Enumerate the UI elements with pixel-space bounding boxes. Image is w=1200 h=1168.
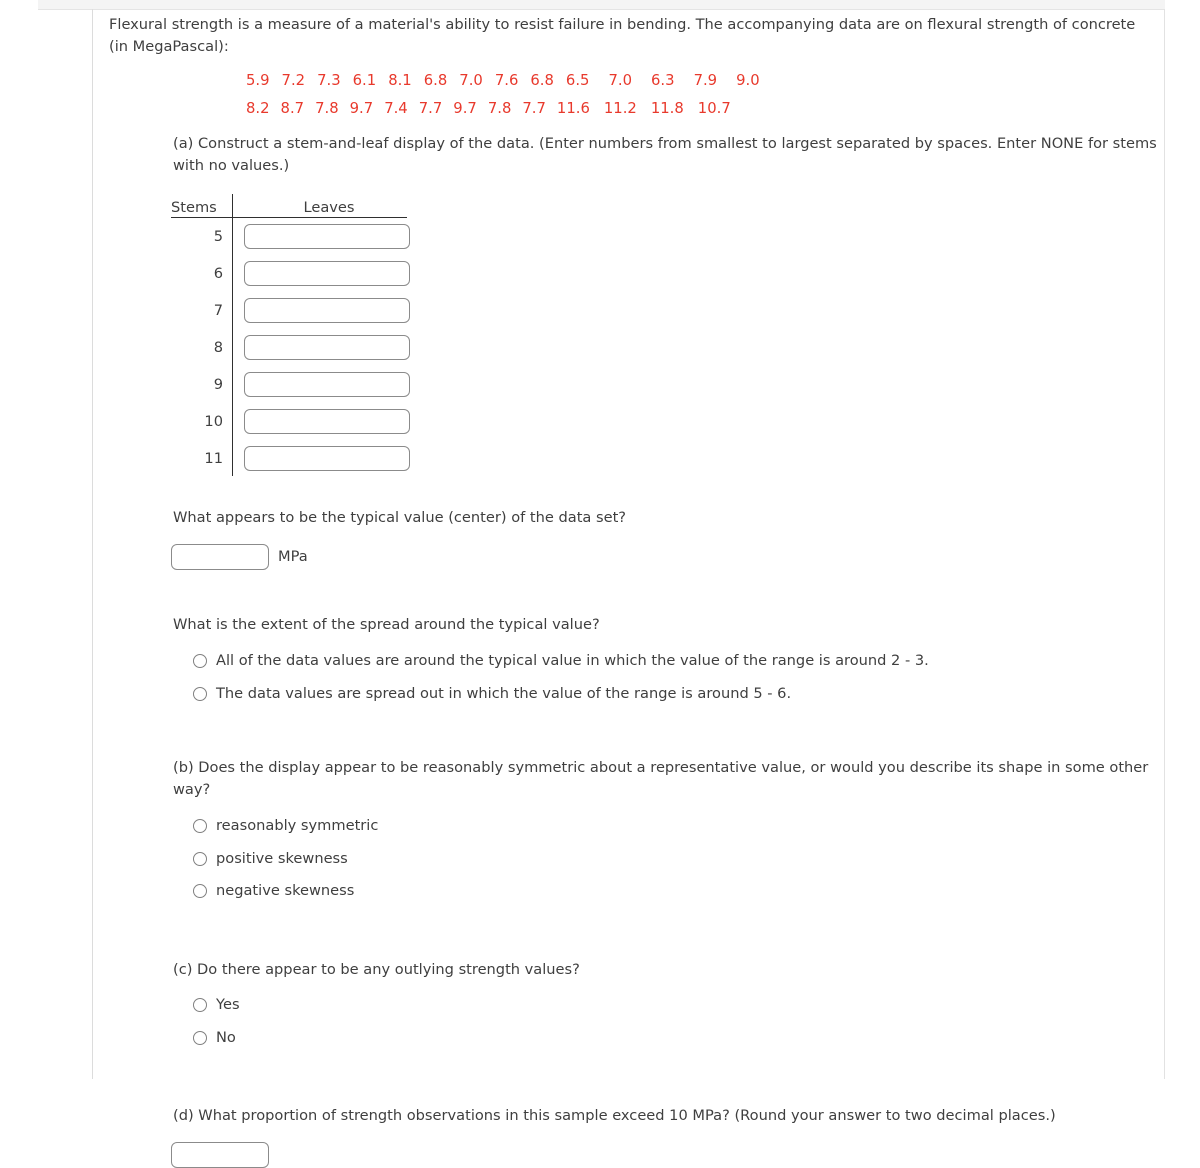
stem-leaf-row: 11: [171, 440, 521, 477]
leaves-input-stem-9[interactable]: [244, 371, 410, 397]
stem-value: 7: [213, 301, 223, 319]
data-value: 7.6: [494, 72, 519, 90]
typical-value-unit-label: MPa: [278, 548, 308, 566]
data-value: 8.1: [388, 72, 412, 90]
data-value: 7.2: [281, 72, 306, 90]
problem-intro-text: Flexural strength is a measure of a mate…: [109, 16, 1136, 56]
data-value: 9.0: [736, 72, 760, 90]
typical-value-answer-line: MPa: [171, 543, 1159, 570]
top-chrome-band: [38, 0, 1165, 10]
part-c-option-label: Yes: [216, 996, 240, 1014]
stem-leaf-row: 6: [171, 255, 521, 292]
data-value: 9.7: [453, 100, 477, 118]
data-value: 5.9: [246, 72, 270, 90]
part-c-options-group: Yes No: [193, 995, 1159, 1047]
stem-value: 8: [213, 338, 223, 356]
leaves-input-stem-10[interactable]: [244, 408, 410, 434]
data-value: 7.8: [315, 100, 339, 118]
data-value: 8.7: [280, 100, 305, 118]
data-value: 11.8: [650, 100, 684, 118]
data-value: 7.7: [418, 100, 443, 118]
proportion-input[interactable]: [171, 1142, 269, 1168]
part-c-option-2[interactable]: No: [193, 1028, 1159, 1048]
radio-button-icon[interactable]: [193, 998, 207, 1013]
data-value: 7.0: [608, 72, 633, 90]
data-value: 7.8: [487, 100, 512, 118]
spread-option-label: The data values are spread out in which …: [216, 684, 792, 702]
stem-leaf-row: 9: [171, 366, 521, 403]
radio-button-icon[interactable]: [193, 1031, 207, 1046]
part-b-prompt: (b) Does the display appear to be reason…: [173, 758, 1149, 799]
data-value: 7.4: [384, 100, 408, 118]
data-value: 7.7: [522, 100, 546, 118]
part-d-answer-line: [171, 1142, 1159, 1168]
part-b-option-label: positive skewness: [216, 849, 348, 867]
stem-leaf-rows: 5 6 7 8 9 10 11: [171, 218, 521, 477]
leaves-input-stem-6[interactable]: [244, 260, 410, 286]
part-b-option-label: negative skewness: [216, 882, 355, 900]
part-b-options-group: reasonably symmetric positive skewness neg…: [193, 816, 1159, 901]
leaves-input-stem-5[interactable]: [244, 223, 410, 249]
part-b-option-3[interactable]: negative skewness: [193, 881, 1159, 901]
leaves-input-stem-8[interactable]: [244, 334, 410, 360]
right-divider-rule: [1164, 9, 1165, 1079]
radio-button-icon[interactable]: [193, 851, 207, 866]
stem-value: 6: [213, 264, 223, 282]
data-value: 6.8: [530, 72, 554, 90]
stem-leaf-row: 10: [171, 403, 521, 440]
question-content: Flexural strength is a measure of a mate…: [109, 14, 1159, 1168]
data-value: 7.3: [317, 72, 341, 90]
part-d-prompt: (d) What proportion of strength observat…: [173, 1107, 1056, 1125]
stem-value: 11: [204, 449, 223, 467]
stem-leaf-vertical-divider: [232, 193, 233, 476]
stem-leaf-header-row: Stems Leaves: [171, 192, 521, 216]
data-value: 6.1: [352, 72, 377, 90]
part-a-prompt: (a) Construct a stem-and-leaf display of…: [173, 134, 1157, 175]
stem-value: 5: [213, 227, 223, 245]
leaves-column-header: Leaves: [303, 198, 355, 216]
data-value: 11.2: [603, 100, 637, 118]
data-value: 6.3: [651, 72, 675, 90]
data-row: 5.9 7.2 7.3 6.1 8.1 6.8 7.0 7.6 6.8 6.5 7.0 6.3 7.9 9…: [246, 74, 1159, 89]
part-c-prompt: (c) Do there appear to be any outlying s…: [173, 960, 580, 978]
spread-option-label: All of the data values are around the ty…: [216, 652, 929, 669]
leaves-input-stem-11[interactable]: [244, 445, 410, 471]
data-value: 7.0: [459, 72, 483, 90]
data-values-block: 5.9 7.2 7.3 6.1 8.1 6.8 7.0 7.6 6.8 6.5 7.0 6.3 7.9 9…: [109, 74, 1159, 117]
spread-option-1[interactable]: All of the data values are around the ty…: [193, 651, 1159, 671]
data-value: 8.2: [246, 100, 270, 118]
stems-column-header: Stems: [171, 198, 217, 216]
stem-value: 10: [204, 412, 223, 430]
radio-button-icon[interactable]: [193, 654, 207, 668]
radio-button-icon[interactable]: [193, 818, 207, 833]
data-value: 11.6: [556, 100, 590, 118]
spread-question: What is the extent of the spread around …: [173, 616, 600, 634]
stem-leaf-row: 7: [171, 292, 521, 329]
typical-value-question: What appears to be the typical value (ce…: [173, 508, 627, 526]
part-b-option-1[interactable]: reasonably symmetric: [193, 816, 1159, 836]
left-divider-rule: [92, 9, 93, 1079]
radio-button-icon[interactable]: [193, 686, 207, 701]
stem-leaf-row: 8: [171, 329, 521, 366]
part-c-option-label: No: [216, 1029, 236, 1047]
data-value: 7.9: [693, 72, 718, 90]
typical-value-input[interactable]: [171, 543, 269, 570]
stem-leaf-row: 5: [171, 218, 521, 255]
part-b-option-label: reasonably symmetric: [216, 816, 379, 834]
stem-value: 9: [213, 375, 223, 393]
data-value: 6.5: [565, 72, 590, 90]
stem-and-leaf-table: Stems Leaves 5 6 7 8 9 10 11: [171, 192, 521, 477]
data-value: 9.7: [349, 100, 374, 118]
data-value: 6.8: [423, 72, 448, 90]
data-value: 10.7: [697, 100, 731, 118]
radio-button-icon[interactable]: [193, 884, 207, 899]
spread-option-2[interactable]: The data values are spread out in which …: [193, 684, 1159, 704]
data-row: 8.2 8.7 7.8 9.7 7.4 7.7 9.7 7.8 7.7 11.6 11.2 11.8 1…: [246, 100, 1159, 118]
part-c-option-1[interactable]: Yes: [193, 995, 1159, 1015]
part-b-option-2[interactable]: positive skewness: [193, 849, 1159, 869]
leaves-input-stem-7[interactable]: [244, 297, 410, 323]
spread-options-group: All of the data values are around the ty…: [193, 651, 1159, 703]
